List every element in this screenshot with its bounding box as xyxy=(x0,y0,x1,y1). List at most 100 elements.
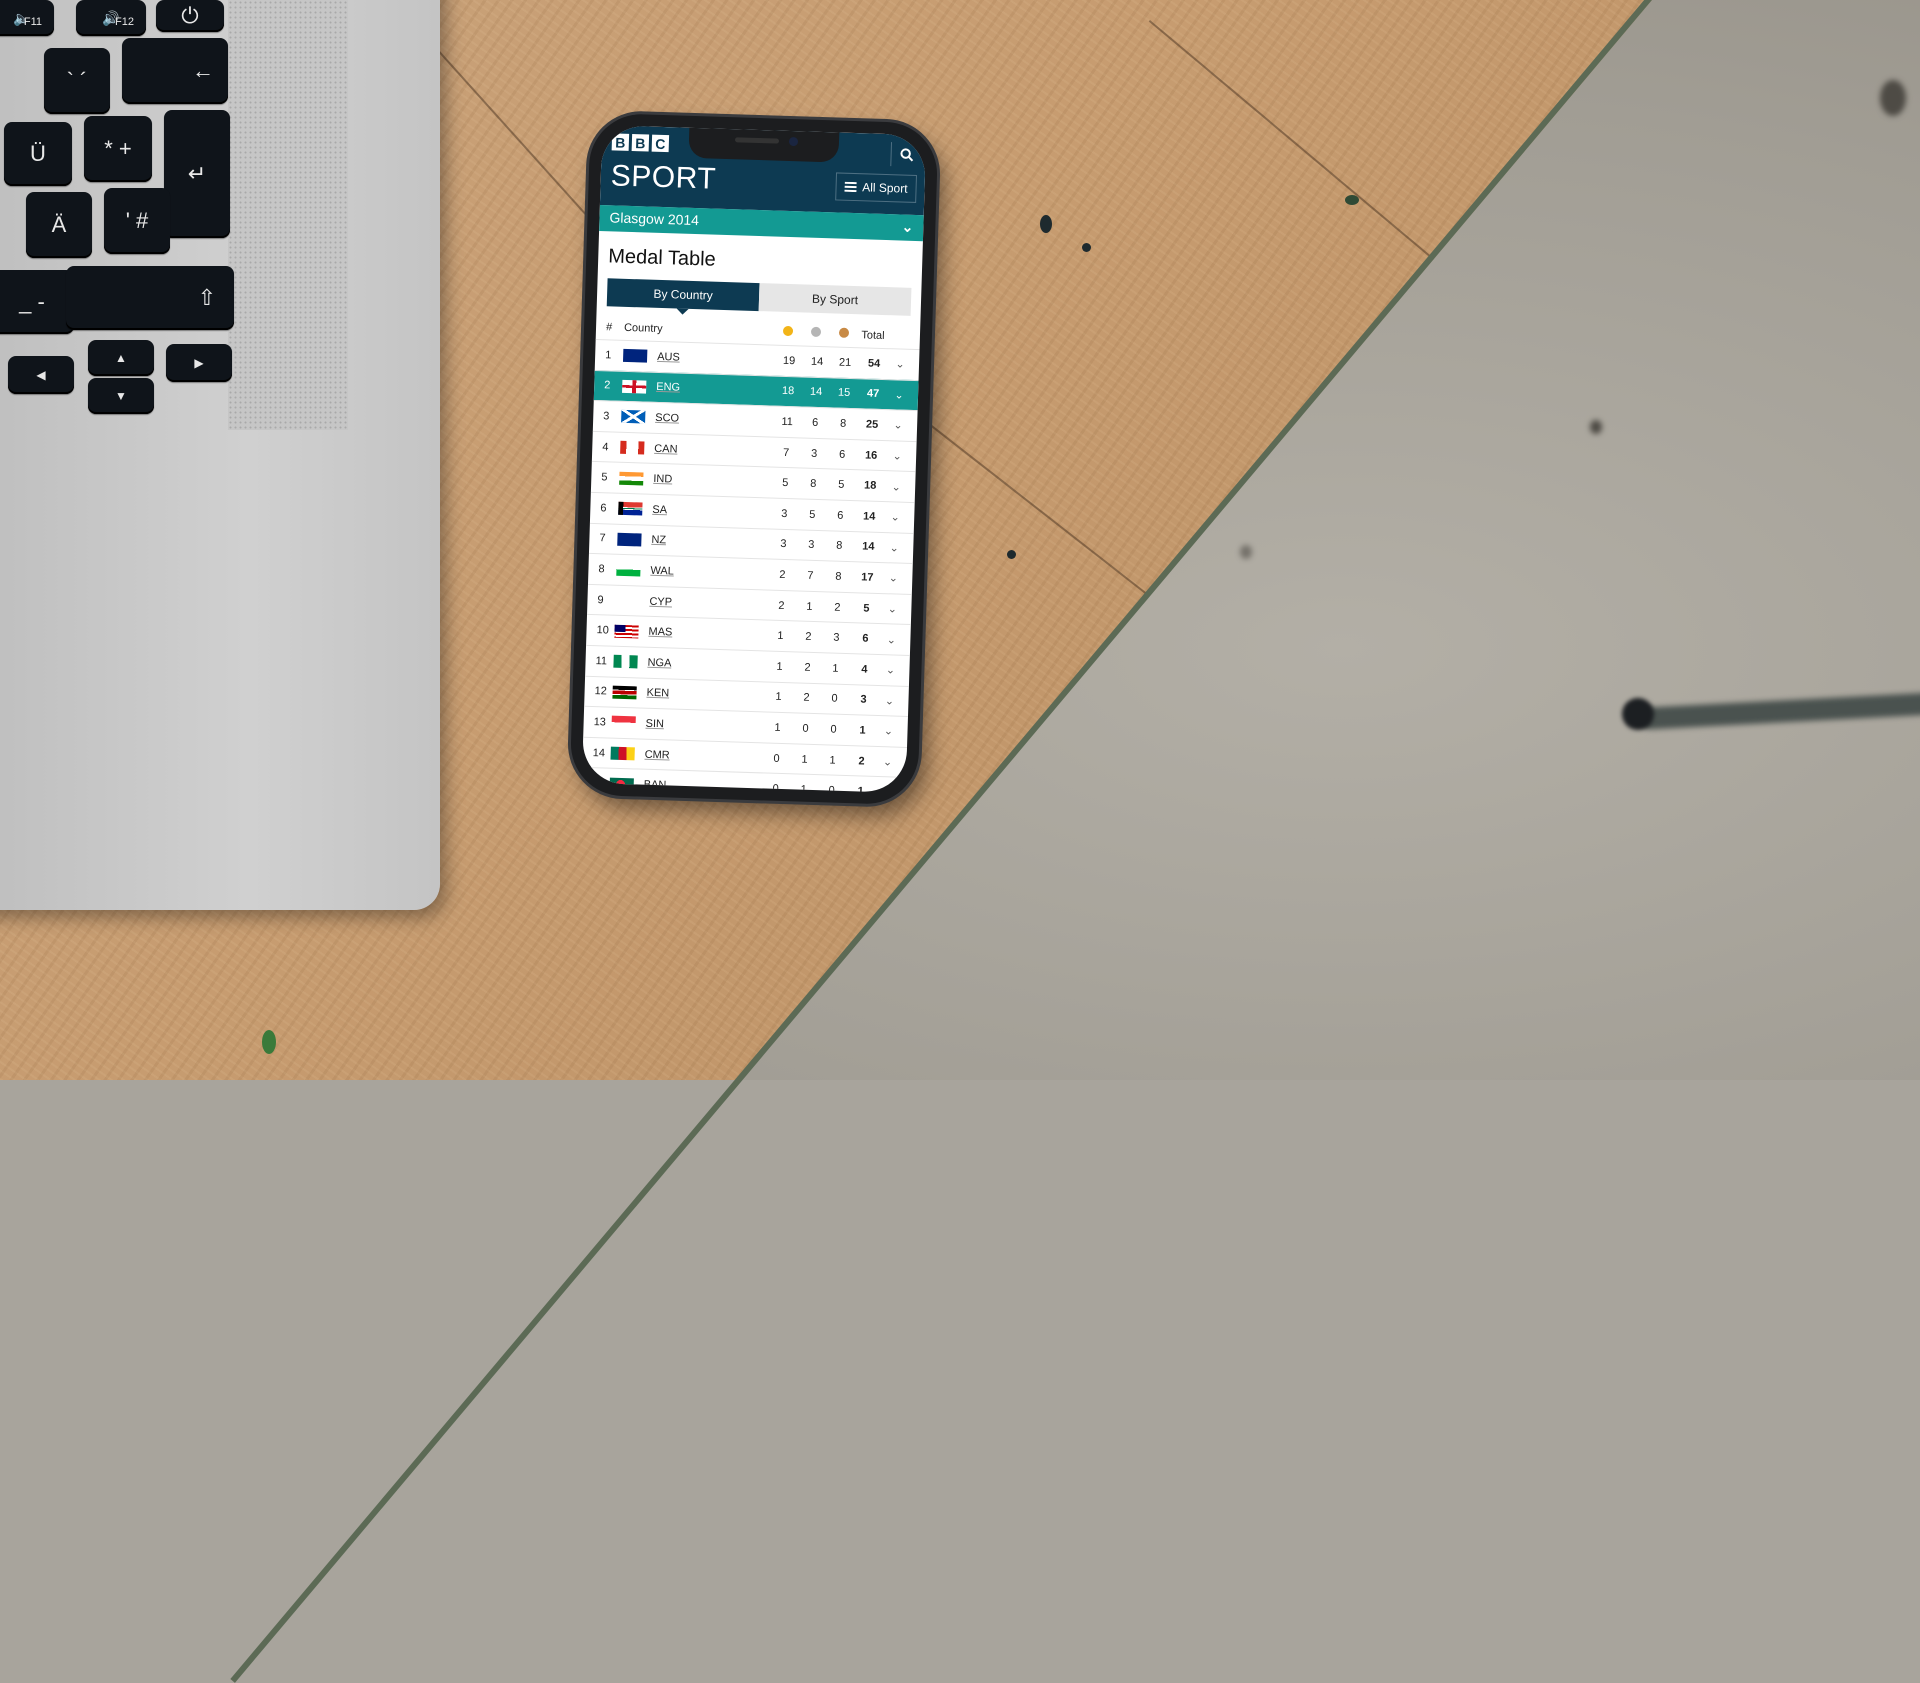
chevron-down-icon[interactable]: ⌄ xyxy=(886,449,908,463)
flag-icon xyxy=(612,685,637,700)
key-ue[interactable]: Ü xyxy=(4,122,72,186)
country-link[interactable]: KEN xyxy=(646,687,736,702)
country-link[interactable]: WAL xyxy=(650,565,740,580)
key-quote[interactable]: ` ´ xyxy=(44,48,110,114)
chevron-down-icon[interactable]: ⌄ xyxy=(883,541,905,555)
section-title[interactable]: SPORT xyxy=(610,159,716,196)
country-link[interactable]: IND xyxy=(653,473,743,488)
rank-cell: 6 xyxy=(600,501,607,515)
key-minus[interactable]: _ - xyxy=(0,270,74,334)
key-arrow-left[interactable]: ◀ xyxy=(8,356,74,394)
tab-by-sport[interactable]: By Sport xyxy=(758,283,912,316)
phone-notch xyxy=(688,127,840,163)
gold-count: 18 xyxy=(781,385,795,398)
paint-spot xyxy=(1082,243,1091,252)
silver-count: 14 xyxy=(809,386,823,399)
key-plus[interactable]: * + xyxy=(84,116,152,182)
rank-cell: 4 xyxy=(602,440,609,453)
medal-table-body: 1 AUS 19 14 21 54 ⌄ 2 ENG 18 14 15 47 ⌄ 3 SCO 11 6 8 25 ⌄ 4 CA… xyxy=(581,338,920,793)
chevron-down-icon[interactable]: ⌄ xyxy=(888,388,910,402)
total-count: 18 xyxy=(863,479,877,493)
key-label: Ä xyxy=(51,212,67,237)
country-link[interactable]: NGA xyxy=(647,656,737,671)
return-icon: ↵ xyxy=(187,161,207,186)
tab-by-country[interactable]: By Country xyxy=(606,278,760,312)
logo-letter: C xyxy=(651,134,670,153)
chevron-down-icon[interactable]: ⌄ xyxy=(878,694,900,708)
gold-count: 5 xyxy=(782,477,789,490)
search-icon xyxy=(900,148,914,162)
flag-icon xyxy=(611,716,636,730)
col-country: Country xyxy=(623,321,663,335)
silver-count: 3 xyxy=(810,447,818,460)
silver-count: 2 xyxy=(805,630,812,644)
country-link[interactable]: CMR xyxy=(644,748,734,763)
country-link[interactable]: CAN xyxy=(654,442,744,457)
rank-cell: 3 xyxy=(603,410,610,423)
chevron-down-icon[interactable]: ⌄ xyxy=(881,602,903,616)
key-return[interactable]: ↵ xyxy=(164,110,230,238)
key-shift[interactable]: ⇧ xyxy=(66,266,234,330)
rank-cell: 11 xyxy=(595,654,608,668)
key-power[interactable]: ⏻ xyxy=(156,0,224,32)
key-backspace[interactable]: ← xyxy=(122,38,228,104)
flag-icon xyxy=(615,593,640,608)
chevron-down-icon[interactable]: ⌄ xyxy=(889,357,911,371)
front-camera xyxy=(788,136,799,147)
arrow-left-icon: ◀ xyxy=(36,368,46,382)
bronze-count: 21 xyxy=(838,356,852,369)
country-link[interactable]: NZ xyxy=(651,534,741,549)
key-hash[interactable]: ' # xyxy=(104,188,170,254)
bronze-count: 15 xyxy=(837,386,851,400)
country-link[interactable]: ENG xyxy=(656,381,746,396)
bronze-count: 6 xyxy=(837,509,844,522)
silver-count: 0 xyxy=(802,722,809,735)
chevron-down-icon[interactable]: ⌄ xyxy=(876,755,898,769)
silver-count: 8 xyxy=(809,477,817,491)
total-count: 3 xyxy=(860,693,867,706)
paint-spot xyxy=(1007,550,1016,559)
search-button[interactable] xyxy=(890,142,923,168)
chevron-down-icon[interactable]: ⌄ xyxy=(884,510,906,524)
floor-spot xyxy=(1880,80,1906,116)
rank-cell: 10 xyxy=(596,624,609,637)
all-sport-button[interactable]: All Sport xyxy=(834,172,918,203)
paint-spot xyxy=(1040,215,1052,233)
earpiece xyxy=(734,137,780,144)
key-arrow-up[interactable]: ▲ xyxy=(88,340,154,376)
key-ae[interactable]: Ä xyxy=(26,192,92,258)
total-count: 47 xyxy=(866,387,880,401)
total-count: 14 xyxy=(862,510,876,523)
chevron-down-icon[interactable]: ⌄ xyxy=(885,480,907,494)
silver-count: 2 xyxy=(804,661,811,674)
country-link[interactable]: SCO xyxy=(655,412,745,427)
country-link[interactable]: MAS xyxy=(648,626,738,641)
key-f11[interactable]: 🔈 F11 xyxy=(0,0,54,36)
silver-count: 2 xyxy=(803,692,810,705)
chevron-down-icon[interactable]: ⌄ xyxy=(877,724,899,738)
chevron-down-icon[interactable]: ⌄ xyxy=(882,572,904,586)
country-link[interactable]: CYP xyxy=(649,595,739,610)
country-link[interactable]: AUS xyxy=(657,351,747,366)
arrow-up-icon: ▲ xyxy=(115,351,127,365)
key-f12[interactable]: 🔊 F12 xyxy=(76,0,146,36)
rank-cell: 14 xyxy=(592,746,606,759)
total-count: 14 xyxy=(861,540,875,554)
chevron-down-icon[interactable]: ⌄ xyxy=(880,633,902,647)
flag-icon xyxy=(610,746,635,761)
chevron-down-icon[interactable]: ⌄ xyxy=(887,419,909,433)
total-count: 4 xyxy=(861,663,868,676)
bronze-count: 1 xyxy=(832,662,839,675)
key-arrow-right[interactable]: ▶ xyxy=(166,344,232,382)
country-link[interactable]: SIN xyxy=(645,718,735,733)
rank-cell: 1 xyxy=(605,349,612,362)
flag-icon xyxy=(621,410,646,425)
bronze-count: 1 xyxy=(829,754,836,767)
country-link[interactable]: SA xyxy=(652,504,742,519)
chevron-down-icon[interactable]: ⌄ xyxy=(879,663,901,677)
key-arrow-down[interactable]: ▼ xyxy=(88,378,154,414)
gold-count: 7 xyxy=(782,446,790,459)
chevron-down-icon: ⌄ xyxy=(901,218,914,235)
event-label: Glasgow 2014 xyxy=(609,209,700,229)
bbc-logo[interactable]: B B C xyxy=(611,133,670,153)
